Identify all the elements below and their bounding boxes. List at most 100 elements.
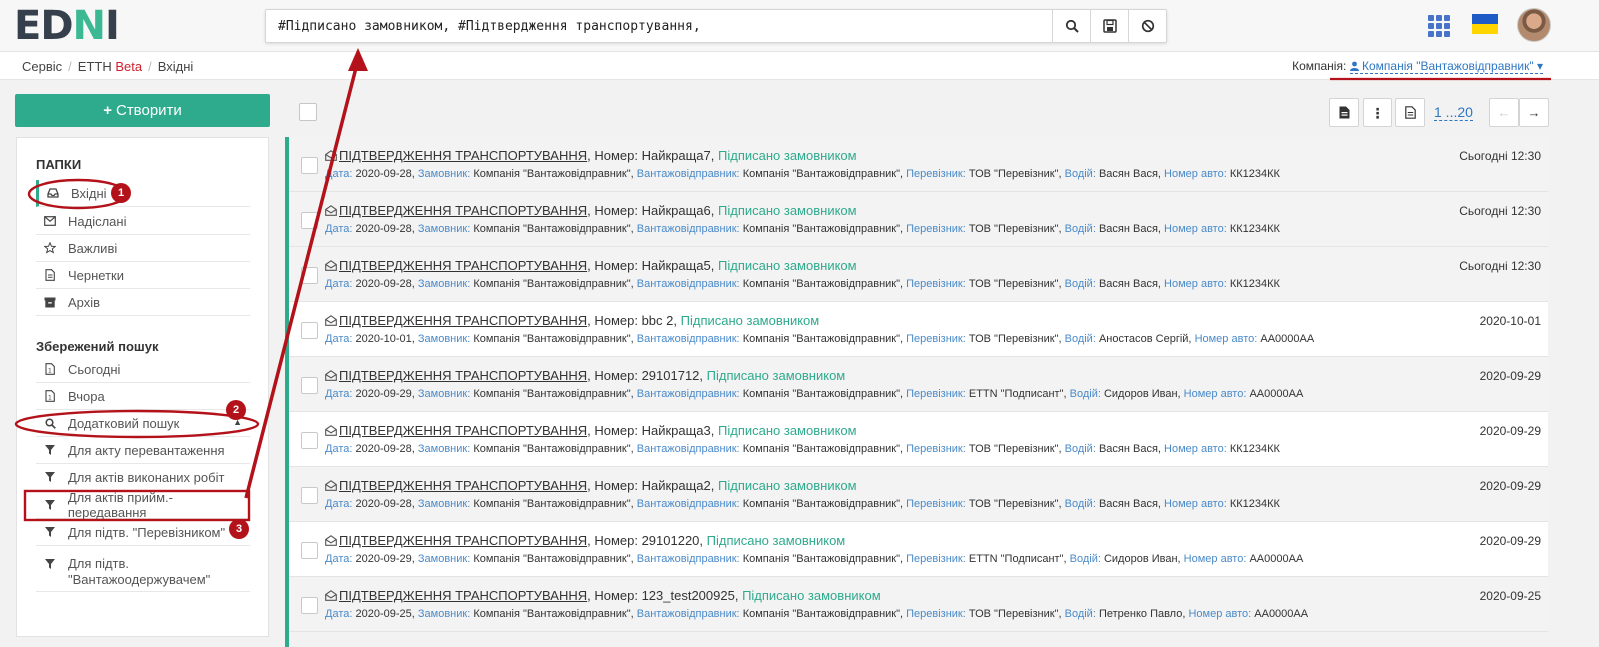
select-all-checkbox[interactable] [299, 103, 317, 121]
row-checkbox[interactable] [301, 267, 318, 284]
document-title-link[interactable]: ПІДТВЕРДЖЕННЯ ТРАНСПОРТУВАННЯ [339, 203, 587, 218]
row-checkbox[interactable] [301, 377, 318, 394]
breadcrumb-ettn[interactable]: ЕТТН [78, 59, 112, 74]
row-title-line: ПІДТВЕРДЖЕННЯ ТРАНСПОРТУВАННЯ, Номер: На… [325, 478, 857, 493]
plate-value: КК1234КК [1229, 168, 1280, 180]
table-row[interactable]: ПІДТВЕРДЖЕННЯ ТРАНСПОРТУВАННЯ, Номер: 29… [289, 357, 1548, 412]
sidebar-item-inbox[interactable]: Вхідні [36, 180, 250, 207]
plate-value: КК1234КК [1229, 223, 1280, 235]
plate-key: Номер авто: [1164, 168, 1227, 180]
prev-page-button[interactable]: ← [1489, 98, 1519, 127]
search-input[interactable] [266, 10, 1052, 42]
annotation-badge-3: 3 [229, 519, 249, 539]
export-button[interactable] [1329, 98, 1359, 127]
page-range[interactable]: 1 ...20 [1434, 104, 1473, 121]
sidebar-item-sent[interactable]: Надіслані [36, 208, 250, 235]
saved-search-heading: Збережений пошук [36, 339, 159, 354]
table-row[interactable]: ПІДТВЕРДЖЕННЯ ТРАНСПОРТУВАННЯ, Номер: На… [289, 412, 1548, 467]
save-search-button[interactable] [1090, 10, 1128, 42]
avatar[interactable] [1517, 8, 1551, 42]
inbox-icon [43, 188, 63, 198]
sidebar-item-today[interactable]: 1 Сьогодні [36, 356, 250, 383]
document-title-link[interactable]: ПІДТВЕРДЖЕННЯ ТРАНСПОРТУВАННЯ [339, 423, 587, 438]
breadcrumb: Сервіс / ЕТТН Beta / Вхідні [22, 59, 194, 74]
document-title-link[interactable]: ПІДТВЕРДЖЕННЯ ТРАНСПОРТУВАННЯ [339, 533, 587, 548]
status-label: Підписано замовником [680, 313, 820, 328]
table-row[interactable]: ПІДТВЕРДЖЕННЯ ТРАНСПОРТУВАННЯ, Номер: На… [289, 192, 1548, 247]
row-date: 2020-09-29 [1479, 369, 1541, 383]
sidebar-item-label: Вчора [68, 388, 105, 404]
table-row[interactable]: ПІДТВЕРДЖЕННЯ ТРАНСПОРТУВАННЯ, Номер: bb… [289, 302, 1548, 357]
document-title-link[interactable]: ПІДТВЕРДЖЕННЯ ТРАНСПОРТУВАННЯ [339, 478, 587, 493]
row-checkbox[interactable] [301, 157, 318, 174]
table-row[interactable]: ПІДТВЕРДЖЕННЯ ТРАНСПОРТУВАННЯ, Номер: 12… [289, 577, 1548, 632]
search-button[interactable] [1052, 10, 1090, 42]
row-title-line: ПІДТВЕРДЖЕННЯ ТРАНСПОРТУВАННЯ, Номер: На… [325, 148, 857, 163]
more-actions-button[interactable]: ⋮ [1363, 98, 1392, 127]
create-button[interactable]: + Створити [15, 94, 270, 127]
document-number: , Номер: Найкраща5, [587, 258, 715, 273]
table-row[interactable]: ПІДТВЕРДЖЕННЯ ТРАНСПОРТУВАННЯ, Номер: На… [289, 467, 1548, 522]
row-checkbox[interactable] [301, 212, 318, 229]
document-title-link[interactable]: ПІДТВЕРДЖЕННЯ ТРАНСПОРТУВАННЯ [339, 313, 587, 328]
row-details-line: Дата: 2020-09-25, Замовник: Компанія "Ва… [325, 608, 1308, 620]
svg-text:1: 1 [48, 395, 52, 402]
customer-key: Замовник: [417, 168, 471, 180]
status-label: Підписано замовником [718, 258, 857, 273]
sidebar-item-archive[interactable]: Архів [36, 289, 250, 316]
edin-logo[interactable]: ED N I [14, 3, 120, 49]
document-button[interactable] [1395, 98, 1425, 127]
shipper-key: Вантажовідправник: [636, 608, 740, 620]
document-title-link[interactable]: ПІДТВЕРДЖЕННЯ ТРАНСПОРТУВАННЯ [339, 368, 587, 383]
sidebar-item-filter-carrier[interactable]: Для підтв. "Перевізником" [36, 519, 250, 546]
shipper-value: Компанія "Вантажовідправник", [742, 608, 904, 620]
row-checkbox[interactable] [301, 432, 318, 449]
sidebar-item-important[interactable]: Важливі [36, 235, 250, 262]
date-value: 2020-09-28, [355, 498, 415, 510]
row-checkbox[interactable] [301, 322, 318, 339]
sidebar-item-filter-acceptance[interactable]: Для актів прийм.-передавання [36, 490, 250, 520]
ukraine-flag-icon[interactable] [1472, 14, 1498, 34]
driver-key: Водій: [1064, 498, 1096, 510]
breadcrumb-service[interactable]: Сервіс [22, 59, 62, 74]
create-button-label: Створити [115, 102, 182, 119]
plate-key: Номер авто: [1188, 608, 1252, 620]
document-title-link[interactable]: ПІДТВЕРДЖЕННЯ ТРАНСПОРТУВАННЯ [339, 588, 587, 603]
document-number: , Номер: Найкраща2, [587, 478, 715, 493]
row-checkbox[interactable] [301, 597, 318, 614]
table-row[interactable]: ПІДТВЕРДЖЕННЯ ТРАНСПОРТУВАННЯ, Номер: 29… [289, 522, 1548, 577]
row-date: 2020-09-29 [1479, 534, 1541, 548]
shipper-value: Компанія "Вантажовідправник", [742, 278, 904, 290]
shipper-value: Компанія "Вантажовідправник", [742, 388, 904, 400]
customer-key: Замовник: [417, 553, 471, 565]
document-title-link[interactable]: ПІДТВЕРДЖЕННЯ ТРАНСПОРТУВАННЯ [339, 258, 587, 273]
document-title-link[interactable]: ПІДТВЕРДЖЕННЯ ТРАНСПОРТУВАННЯ [339, 148, 587, 163]
shipper-value: Компанія "Вантажовідправник", [742, 168, 904, 180]
search-icon [40, 417, 60, 429]
driver-key: Водій: [1069, 553, 1101, 565]
sidebar-item-drafts[interactable]: Чернетки [36, 262, 250, 289]
company-dropdown[interactable]: Компанія "Вантажовідправник" ▾ [1349, 59, 1543, 74]
plate-key: Номер авто: [1164, 443, 1227, 455]
sidebar-item-filter-overload[interactable]: Для акту перевантаження [36, 437, 250, 464]
sidebar-item-yesterday[interactable]: 1 Вчора [36, 383, 250, 410]
row-checkbox[interactable] [301, 487, 318, 504]
apps-grid-icon[interactable] [1428, 15, 1452, 37]
customer-value: Компанія "Вантажовідправник", [473, 608, 634, 620]
envelope-open-icon [325, 260, 337, 271]
sidebar-item-extra-search[interactable]: Додатковий пошук ▲ [36, 410, 250, 437]
sidebar-item-label: Для актів прийм.-передавання [67, 490, 173, 520]
next-page-button[interactable]: → [1519, 98, 1549, 127]
carrier-key: Перевізник: [906, 278, 966, 290]
row-date: 2020-10-01 [1479, 314, 1541, 328]
carrier-key: Перевізник: [906, 168, 966, 180]
table-row[interactable]: ПІДТВЕРДЖЕННЯ ТРАНСПОРТУВАННЯ, Номер: На… [289, 247, 1548, 302]
table-row[interactable]: ПІДТВЕРДЖЕННЯ ТРАНСПОРТУВАННЯ, Номер: На… [289, 137, 1548, 192]
row-checkbox[interactable] [301, 542, 318, 559]
user-icon [1349, 61, 1359, 71]
sidebar-item-filter-consignee[interactable]: Для підтв. "Вантажоодержувачем" [36, 552, 250, 592]
shipper-value: Компанія "Вантажовідправник", [742, 553, 904, 565]
plate-key: Номер авто: [1164, 498, 1227, 510]
sidebar-item-filter-works[interactable]: Для актів виконаних робіт [36, 464, 250, 491]
clear-search-button[interactable] [1128, 10, 1166, 42]
